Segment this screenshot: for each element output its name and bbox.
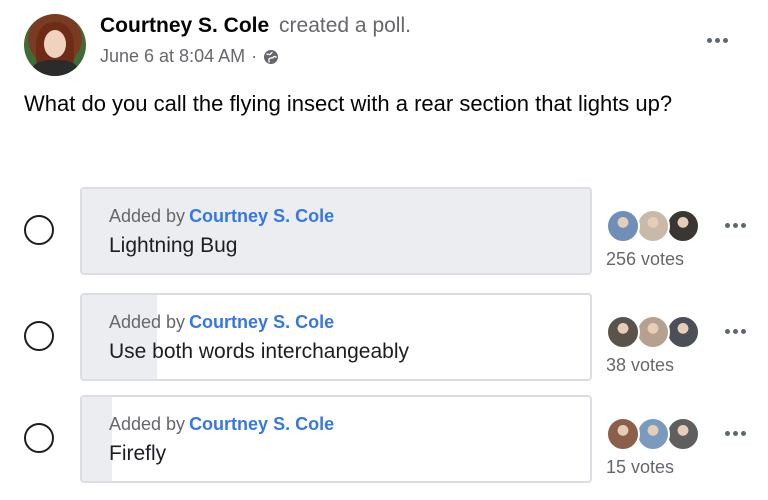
option-added-by: Added by Courtney S. Cole — [109, 312, 334, 333]
option-more-button[interactable] — [720, 423, 750, 443]
option-more-button[interactable] — [720, 215, 750, 235]
option-radio-button[interactable] — [24, 423, 54, 453]
more-horizontal-icon — [724, 328, 746, 334]
meta-separator: · — [251, 46, 258, 66]
added-by-prefix: Added by — [109, 312, 186, 332]
poll-option: Added by Courtney S. Cole Lightning Bug 256… — [24, 187, 754, 277]
voter-avatar[interactable] — [636, 209, 670, 243]
voter-avatar[interactable] — [636, 417, 670, 451]
author-name-link[interactable]: Courtney S. Cole — [100, 14, 269, 37]
author-avatar[interactable] — [24, 14, 86, 76]
added-by-name-link[interactable]: Courtney S. Cole — [189, 312, 334, 332]
voter-avatar[interactable] — [606, 417, 640, 451]
post-timestamp[interactable]: June 6 at 8:04 AM — [100, 46, 245, 67]
added-by-name-link[interactable]: Courtney S. Cole — [189, 206, 334, 226]
vote-count[interactable]: 256 votes — [606, 249, 684, 270]
voter-avatars[interactable] — [606, 417, 716, 453]
poll-post: Courtney S. Cole created a poll. June 6 … — [0, 0, 768, 500]
voter-avatar[interactable] — [666, 315, 700, 349]
voter-avatars[interactable] — [606, 315, 716, 351]
added-by-name-link[interactable]: Courtney S. Cole — [189, 414, 334, 434]
voter-avatar[interactable] — [666, 209, 700, 243]
option-box[interactable]: Added by Courtney S. Cole Use both words i… — [80, 293, 592, 381]
globe-icon[interactable] — [263, 49, 279, 65]
option-result-bar — [82, 189, 590, 273]
post-header: Courtney S. Cole created a poll. — [100, 14, 411, 38]
option-label: Use both words interchangeably — [109, 340, 410, 363]
poll-question: What do you call the flying insect with … — [24, 91, 673, 116]
option-added-by: Added by Courtney S. Cole — [109, 414, 334, 435]
option-radio-button[interactable] — [24, 215, 54, 245]
voter-avatars[interactable] — [606, 209, 716, 245]
added-by-prefix: Added by — [109, 414, 186, 434]
more-horizontal-icon — [724, 222, 746, 228]
voter-avatar[interactable] — [666, 417, 700, 451]
voter-avatar[interactable] — [636, 315, 670, 349]
option-added-by: Added by Courtney S. Cole — [109, 206, 334, 227]
poll-option: Added by Courtney S. Cole Firefly 15 votes — [24, 395, 754, 485]
option-result-bar — [82, 397, 112, 481]
voter-avatar[interactable] — [606, 315, 640, 349]
post-action-text: created a poll. — [279, 14, 411, 37]
more-horizontal-icon — [724, 430, 746, 436]
voter-avatar[interactable] — [606, 209, 640, 243]
vote-count[interactable]: 15 votes — [606, 457, 674, 478]
option-more-button[interactable] — [720, 321, 750, 341]
option-box[interactable]: Added by Courtney S. Cole Lightning Bug — [80, 187, 592, 275]
option-radio-button[interactable] — [24, 321, 54, 351]
vote-count[interactable]: 38 votes — [606, 355, 674, 376]
option-box[interactable]: Added by Courtney S. Cole Firefly — [80, 395, 592, 483]
added-by-prefix: Added by — [109, 206, 186, 226]
option-label: Lightning Bug — [109, 234, 238, 257]
post-meta: June 6 at 8:04 AM · — [100, 46, 279, 67]
more-horizontal-icon — [706, 37, 728, 43]
post-more-options-button[interactable] — [702, 30, 732, 50]
poll-option: Added by Courtney S. Cole Use both words i… — [24, 293, 754, 383]
option-result-bar — [82, 295, 158, 379]
option-label: Firefly — [109, 442, 167, 465]
